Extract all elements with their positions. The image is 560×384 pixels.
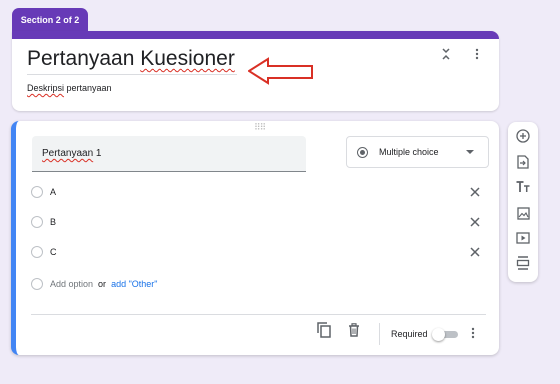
remove-option-icon[interactable] bbox=[467, 214, 483, 230]
section-icon bbox=[516, 256, 530, 270]
option-label[interactable]: B bbox=[50, 217, 56, 227]
form-description-text-2: pertanyaan bbox=[64, 83, 112, 93]
footer-separator bbox=[379, 323, 380, 345]
option-row[interactable]: B bbox=[31, 212, 483, 232]
dropdown-caret-icon bbox=[466, 150, 474, 154]
floating-toolbar bbox=[508, 122, 538, 282]
add-question-button[interactable] bbox=[514, 127, 532, 145]
trash-icon bbox=[349, 323, 359, 337]
form-description-text-1: Deskripsi bbox=[27, 83, 65, 93]
or-label: or bbox=[98, 279, 107, 289]
radio-circle-icon bbox=[31, 216, 43, 228]
question-title-text-1: Pertanyaan bbox=[42, 148, 94, 159]
radio-circle-icon bbox=[31, 186, 43, 198]
remove-option-icon[interactable] bbox=[467, 244, 483, 260]
section-tab: Section 2 of 2 bbox=[12, 8, 88, 31]
duplicate-icon bbox=[317, 322, 331, 338]
radio-button-icon bbox=[357, 146, 368, 158]
title-underline bbox=[27, 74, 237, 75]
form-title[interactable]: Pertanyaan Kuesioner bbox=[27, 47, 235, 71]
import-questions-button[interactable] bbox=[514, 153, 532, 171]
question-title-text-2: 1 bbox=[93, 148, 102, 159]
more-vert-icon bbox=[471, 327, 475, 339]
video-icon bbox=[516, 232, 530, 244]
question-type-dropdown[interactable]: Multiple choice bbox=[346, 136, 489, 168]
add-video-button[interactable] bbox=[514, 229, 532, 247]
annotation-arrow-icon bbox=[248, 57, 313, 85]
required-toggle[interactable] bbox=[432, 327, 460, 341]
image-icon bbox=[516, 206, 530, 220]
add-image-button[interactable] bbox=[514, 204, 532, 222]
add-title-button[interactable] bbox=[514, 178, 532, 196]
add-section-button[interactable] bbox=[514, 254, 532, 272]
form-title-text-1: Pertanyaan bbox=[27, 47, 141, 70]
required-label: Required bbox=[391, 329, 428, 339]
section-more-button[interactable] bbox=[467, 43, 487, 65]
add-option-button[interactable]: Add option bbox=[50, 279, 93, 289]
radio-circle-icon bbox=[31, 278, 43, 290]
collapse-icon bbox=[442, 48, 450, 60]
add-option-row: Add option or add "Other" bbox=[31, 274, 157, 294]
question-title-input[interactable]: Pertanyaan 1 bbox=[32, 136, 306, 172]
duplicate-button[interactable] bbox=[315, 321, 333, 339]
question-type-label: Multiple choice bbox=[379, 147, 439, 157]
option-row[interactable]: C bbox=[31, 242, 483, 262]
question-card[interactable]: ⠿⠿ Pertanyaan 1 Multiple choice A B C Ad… bbox=[11, 121, 499, 355]
title-text-icon bbox=[516, 181, 530, 192]
add-circle-icon bbox=[516, 129, 530, 143]
option-label[interactable]: A bbox=[50, 187, 56, 197]
form-title-text-2: Kuesioner bbox=[140, 47, 235, 70]
option-row[interactable]: A bbox=[31, 182, 483, 202]
radio-circle-icon bbox=[31, 246, 43, 258]
question-more-button[interactable] bbox=[466, 324, 480, 342]
collapse-section-button[interactable] bbox=[436, 43, 456, 65]
toggle-thumb bbox=[432, 328, 445, 341]
remove-option-icon[interactable] bbox=[467, 184, 483, 200]
drag-handle-icon[interactable]: ⠿⠿ bbox=[254, 122, 266, 133]
option-label[interactable]: C bbox=[50, 247, 57, 257]
add-other-button[interactable]: add "Other" bbox=[111, 279, 157, 289]
delete-button[interactable] bbox=[345, 321, 363, 339]
more-vert-icon bbox=[475, 48, 479, 60]
card-divider bbox=[31, 314, 486, 315]
import-icon bbox=[517, 155, 529, 169]
form-description[interactable]: Deskripsi pertanyaan bbox=[27, 83, 112, 93]
